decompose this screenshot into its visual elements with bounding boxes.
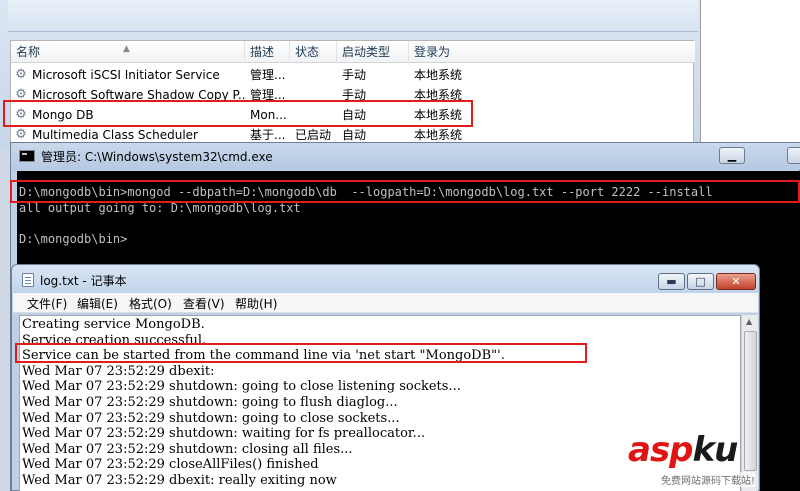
gear-icon: ⚙: [15, 67, 27, 82]
menu-format[interactable]: 格式(O): [129, 295, 172, 312]
log-line: Wed Mar 07 23:52:29 shutdown: going to c…: [22, 410, 400, 426]
log-line: Creating service MongoDB.: [22, 317, 205, 332]
service-row[interactable]: ⚙ Microsoft iSCSI Initiator Service 管理..…: [11, 65, 695, 85]
menu-view[interactable]: 查看(V): [183, 295, 225, 312]
watermark-subtitle: 免费网站源码下载站!: [661, 472, 756, 487]
notepad-icon: [22, 273, 34, 287]
log-line: Wed Mar 07 23:52:29 shutdown: waiting fo…: [22, 426, 426, 442]
cmd-titlebar[interactable]: 管理员: C:\Windows\system32\cmd.exe ▁: [11, 143, 800, 170]
column-header-logon-as[interactable]: 登录为: [409, 41, 695, 63]
menu-file[interactable]: 文件(F): [27, 295, 67, 312]
service-name: Microsoft iSCSI Initiator Service: [32, 68, 220, 82]
service-logon: 本地系统: [414, 68, 463, 82]
log-line: Wed Mar 07 23:52:29 dbexit:: [22, 363, 215, 379]
minimize-button[interactable]: ▁: [719, 147, 745, 164]
highlight-install-command: [10, 180, 800, 203]
scroll-up-icon[interactable]: ▲: [746, 317, 752, 326]
log-line: Wed Mar 07 23:52:29 shutdown: closing al…: [22, 441, 353, 457]
services-list-header: 名称 ▲ 描述 状态 启动类型 登录为: [11, 41, 695, 63]
watermark-logo: aspku: [628, 430, 738, 470]
service-description: 管理...: [250, 68, 286, 82]
services-right-pane: [700, 0, 800, 150]
services-list: 名称 ▲ 描述 状态 启动类型 登录为 ⚙ Microsoft iSCSI In…: [10, 40, 695, 150]
console-line: D:\mongodb\bin>: [19, 232, 128, 246]
notepad-titlebar[interactable]: log.txt - 记事本 ▬ □ ✕: [12, 265, 759, 293]
maximize-button[interactable]: □: [687, 273, 714, 290]
console-line: all output going to: D:\mongodb\log.txt: [19, 201, 301, 215]
highlight-net-start-hint: [15, 343, 587, 363]
highlight-mongodb-service: [3, 100, 473, 127]
minimize-button[interactable]: ▬: [658, 273, 685, 290]
maximize-button[interactable]: [787, 147, 800, 164]
log-line: Wed Mar 07 23:52:29 shutdown: going to f…: [22, 395, 398, 410]
close-button[interactable]: ✕: [716, 273, 756, 290]
cmd-title: 管理员: C:\Windows\system32\cmd.exe: [41, 150, 273, 164]
watermark: aspku 免费网站源码下载站!: [628, 430, 800, 491]
log-line: Wed Mar 07 23:52:29 dbexit: really exiti…: [22, 473, 337, 488]
column-header-status[interactable]: 状态: [290, 41, 337, 63]
menu-help[interactable]: 帮助(H): [235, 295, 277, 312]
services-toolbar-area: [8, 0, 698, 32]
column-header-name[interactable]: 名称 ▲: [11, 41, 245, 63]
column-header-startup-type[interactable]: 启动类型: [337, 41, 409, 63]
sort-ascending-icon: ▲: [123, 44, 130, 54]
notepad-title: log.txt - 记事本: [40, 274, 127, 288]
service-startup-type: 手动: [342, 68, 367, 82]
cmd-icon: [19, 150, 35, 162]
notepad-menubar: 文件(F) 编辑(E) 格式(O) 查看(V) 帮助(H): [13, 293, 758, 313]
menu-edit[interactable]: 编辑(E): [77, 295, 118, 312]
service-status: [290, 65, 337, 85]
column-header-description[interactable]: 描述: [245, 41, 290, 63]
gear-icon: ⚙: [15, 127, 27, 142]
log-line: Wed Mar 07 23:52:29 shutdown: going to c…: [22, 379, 461, 395]
services-window: 名称 ▲ 描述 状态 启动类型 登录为 ⚙ Microsoft iSCSI In…: [0, 0, 800, 150]
log-line: Wed Mar 07 23:52:29 closeAllFiles() fini…: [22, 457, 319, 473]
